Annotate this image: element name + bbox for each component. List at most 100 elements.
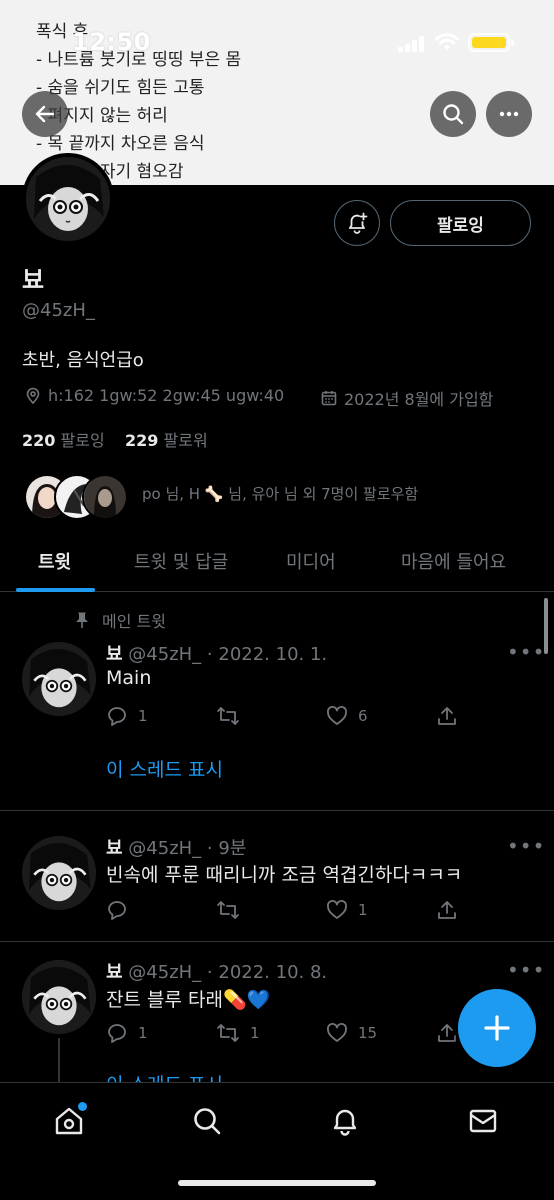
- like-count: 1: [358, 901, 368, 919]
- tab-tweets-replies[interactable]: 트윗 및 답글: [134, 548, 228, 574]
- retweet-button[interactable]: [216, 705, 250, 727]
- profile-location: h:162 1gw:52 2gw:45 ugw:40: [24, 386, 284, 405]
- tweet-header: 뵤 @45zH_ · 9분: [106, 834, 246, 860]
- share-icon: [438, 901, 456, 919]
- tweet-avatar-image: [22, 836, 96, 910]
- tweet-author: 뵤: [106, 644, 123, 665]
- tweet-text: 잔트 블루 타래💊💙: [106, 989, 271, 1011]
- battery-icon: [468, 33, 514, 52]
- notify-button[interactable]: [334, 200, 380, 246]
- nav-messages[interactable]: [463, 1101, 503, 1141]
- tweet-avatar[interactable]: [22, 960, 96, 1034]
- tweet-avatar[interactable]: [22, 642, 96, 716]
- like-icon: [327, 1023, 347, 1042]
- bell-plus-icon: [349, 212, 368, 234]
- notifications-icon: [333, 1109, 357, 1136]
- share-button[interactable]: [436, 899, 458, 921]
- like-count: 6: [358, 707, 368, 725]
- search-button[interactable]: [430, 91, 476, 137]
- like-button[interactable]: 1: [326, 899, 368, 921]
- retweet-icon: [217, 1024, 239, 1042]
- tweet-actions: 1 1 15: [106, 1022, 466, 1046]
- followed-by-text[interactable]: po 님, H 🦴 님, 유아 님 외 7명이 팔로우함: [142, 483, 418, 504]
- tab-media[interactable]: 미디어: [286, 548, 336, 574]
- location-text: h:162 1gw:52 2gw:45 ugw:40: [48, 386, 285, 405]
- like-button[interactable]: 6: [326, 705, 368, 727]
- like-button[interactable]: 15: [326, 1022, 377, 1044]
- follower-avatar: [82, 474, 128, 520]
- compose-tweet-button[interactable]: [458, 989, 536, 1067]
- profile-joined: 2022년 8월에 가입함: [320, 386, 493, 410]
- back-arrow-icon: [35, 105, 55, 123]
- more-icon: [499, 111, 519, 117]
- tweet-time: · 2022. 10. 8.: [206, 962, 328, 983]
- show-thread-link[interactable]: 이 스레드 표시: [106, 755, 223, 782]
- tweet-more-icon[interactable]: •••: [507, 640, 545, 664]
- share-icon: [438, 707, 456, 725]
- search-icon: [443, 104, 464, 125]
- share-button[interactable]: [436, 1022, 458, 1044]
- location-icon: [26, 387, 40, 404]
- tweet-handle: @45zH_: [128, 838, 202, 859]
- nav-home[interactable]: [49, 1101, 89, 1141]
- follower-avatar-image: [84, 476, 126, 518]
- nav-explore[interactable]: [187, 1101, 227, 1141]
- reply-button[interactable]: 1: [106, 705, 148, 727]
- reply-icon: [108, 707, 126, 726]
- status-bar: 12:50: [0, 0, 554, 80]
- share-icon: [438, 1024, 456, 1042]
- reply-button[interactable]: 1: [106, 1022, 148, 1044]
- retweet-icon: [217, 707, 239, 725]
- explore-icon: [194, 1108, 221, 1135]
- home-indicator[interactable]: [178, 1180, 376, 1186]
- tweet-more-icon[interactable]: •••: [507, 834, 545, 858]
- tweet-header: 뵤 @45zH_ · 2022. 10. 1.: [106, 640, 327, 666]
- status-time: 12:50: [72, 28, 151, 56]
- reply-count: 1: [138, 707, 148, 725]
- profile-bio: 초반, 음식언급o: [22, 350, 144, 371]
- followers-link[interactable]: 229 팔로워: [125, 431, 208, 450]
- tweet-text: 빈속에 푸룬 때리니까 조금 역겹긴하다ㅋㅋㅋ: [106, 864, 463, 886]
- tweet-text: Main: [106, 667, 152, 689]
- tweet-author: 뵤: [106, 838, 123, 859]
- tweet-avatar[interactable]: [22, 836, 96, 910]
- profile-avatar[interactable]: [22, 153, 114, 245]
- retweet-icon: [217, 901, 239, 919]
- tweet-handle: @45zH_: [128, 962, 202, 983]
- retweet-button[interactable]: 1: [216, 1022, 260, 1044]
- home-notification-dot: [78, 1102, 87, 1111]
- tweet-handle: @45zH_: [128, 644, 202, 665]
- tweet-more-icon[interactable]: •••: [507, 958, 545, 982]
- tab-likes[interactable]: 마음에 들어요: [401, 548, 506, 574]
- compose-plus-icon: [484, 1015, 510, 1041]
- followers-label: 팔로워: [163, 431, 208, 450]
- reply-count: 1: [138, 1024, 148, 1042]
- scrollbar[interactable]: [544, 598, 548, 654]
- share-button[interactable]: [436, 705, 458, 727]
- tweet-avatar-image: [22, 960, 96, 1034]
- calendar-icon: [321, 391, 337, 406]
- following-link[interactable]: 220 팔로잉: [22, 431, 105, 450]
- avatar-image: [26, 157, 110, 241]
- pinned-label: 메인 트윗: [74, 608, 166, 632]
- messages-icon: [469, 1109, 497, 1133]
- profile-name: 뵤: [22, 266, 45, 294]
- tweet-header: 뵤 @45zH_ · 2022. 10. 8.: [106, 958, 327, 984]
- tweet-avatar-image: [22, 642, 96, 716]
- pin-icon: [76, 612, 88, 628]
- joined-text: 2022년 8월에 가입함: [344, 390, 494, 409]
- back-button[interactable]: [22, 91, 68, 137]
- tab-tweets[interactable]: 트윗: [38, 548, 71, 574]
- reply-button[interactable]: [106, 899, 138, 921]
- retweet-button[interactable]: [216, 899, 250, 921]
- more-button[interactable]: [486, 91, 532, 137]
- follow-counts: 220 팔로잉 229 팔로워: [22, 427, 208, 451]
- nav-notifications[interactable]: [325, 1101, 365, 1141]
- retweet-count: 1: [250, 1024, 260, 1042]
- following-button[interactable]: 팔로잉: [390, 200, 531, 246]
- tweet-actions: 1 6: [106, 705, 466, 729]
- like-icon: [327, 900, 347, 919]
- pinned-text: 메인 트윗: [102, 612, 166, 631]
- tweet-actions: 1: [106, 899, 466, 923]
- tweet-time: · 9분: [206, 838, 247, 859]
